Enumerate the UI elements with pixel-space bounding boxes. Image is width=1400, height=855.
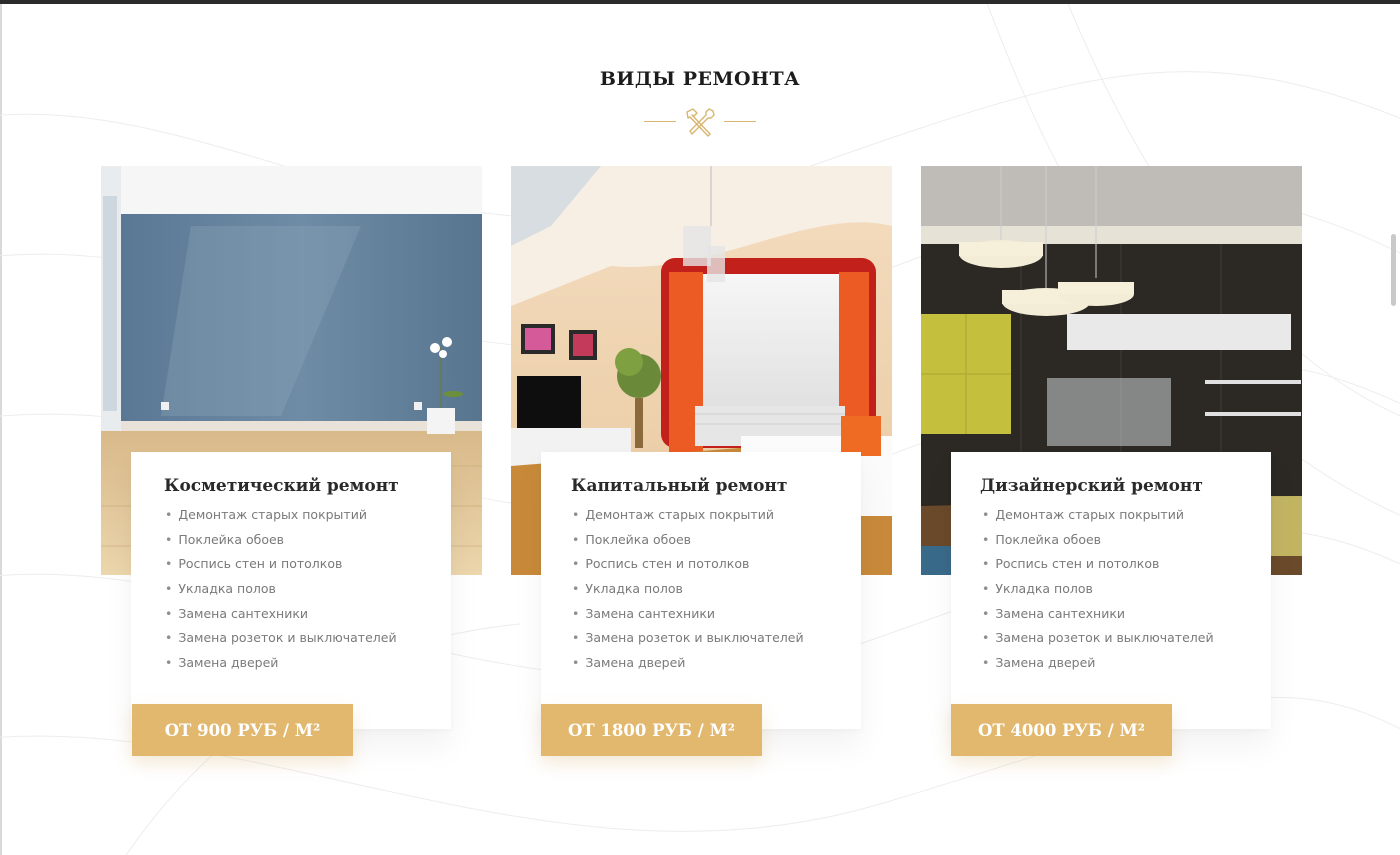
feature-item: • Укладка полов <box>982 581 1093 597</box>
divider-line-right <box>724 121 756 122</box>
feature-item: • Замена сантехники <box>982 605 1126 621</box>
feature-item: • Роспись стен и потолков <box>572 556 750 572</box>
price-button-capital[interactable]: ОТ 1800 РУБ / М² <box>541 704 762 756</box>
hammer-wrench-icon <box>686 108 715 137</box>
feature-item: • Поклейка обоев <box>165 531 285 547</box>
feature-item: • Роспись стен и потолков <box>982 556 1160 572</box>
feature-item: • Замена сантехники <box>572 605 716 621</box>
feature-item: • Замена дверей <box>982 655 1096 671</box>
feature-item: • Поклейка обоев <box>572 531 692 547</box>
feature-list: • Демонтаж старых покрытий • Поклейка обое… <box>165 507 397 680</box>
top-bar <box>0 0 1400 4</box>
card-title: Косметический ремонт <box>164 476 399 496</box>
feature-item: • Замена сантехники <box>165 605 309 621</box>
feature-list: • Демонтаж старых покрытий • Поклейка обое… <box>982 507 1214 680</box>
feature-item: • Замена дверей <box>572 655 686 671</box>
feature-item: • Демонтаж старых покрытий <box>982 507 1184 522</box>
price-button-designer[interactable]: ОТ 4000 РУБ / М² <box>951 704 1172 756</box>
feature-item: • Поклейка обоев <box>982 531 1102 547</box>
feature-item: • Замена розеток и выключателей <box>572 630 804 646</box>
divider-line-left <box>644 121 676 122</box>
card-title: Дизайнерский ремонт <box>980 476 1203 496</box>
feature-item: • Демонтаж старых покрытий <box>572 507 774 522</box>
feature-item: • Замена розеток и выключателей <box>165 630 397 646</box>
card-panel-designer: Дизайнерский ремонт • Демонтаж старых пок… <box>951 452 1271 729</box>
feature-item: • Укладка полов <box>572 581 683 597</box>
feature-item: • Замена розеток и выключателей <box>982 630 1214 646</box>
page-edge <box>0 4 2 855</box>
title-divider <box>644 106 756 138</box>
card-title: Капитальный ремонт <box>571 476 788 496</box>
card-panel-cosmetic: Косметический ремонт • Демонтаж старых по… <box>131 452 451 729</box>
scrollbar-thumb[interactable] <box>1391 234 1396 306</box>
card-panel-capital: Капитальный ремонт • Демонтаж старых покр… <box>541 452 861 729</box>
feature-item: • Замена дверей <box>165 655 279 671</box>
feature-item: • Демонтаж старых покрытий <box>165 507 367 522</box>
feature-item: • Укладка полов <box>165 581 276 597</box>
feature-item: • Роспись стен и потолков <box>165 556 343 572</box>
feature-list: • Демонтаж старых покрытий • Поклейка обое… <box>572 507 804 680</box>
section-title: ВИДЫ РЕМОНТА <box>599 68 801 90</box>
price-button-cosmetic[interactable]: ОТ 900 РУБ / М² <box>132 704 353 756</box>
